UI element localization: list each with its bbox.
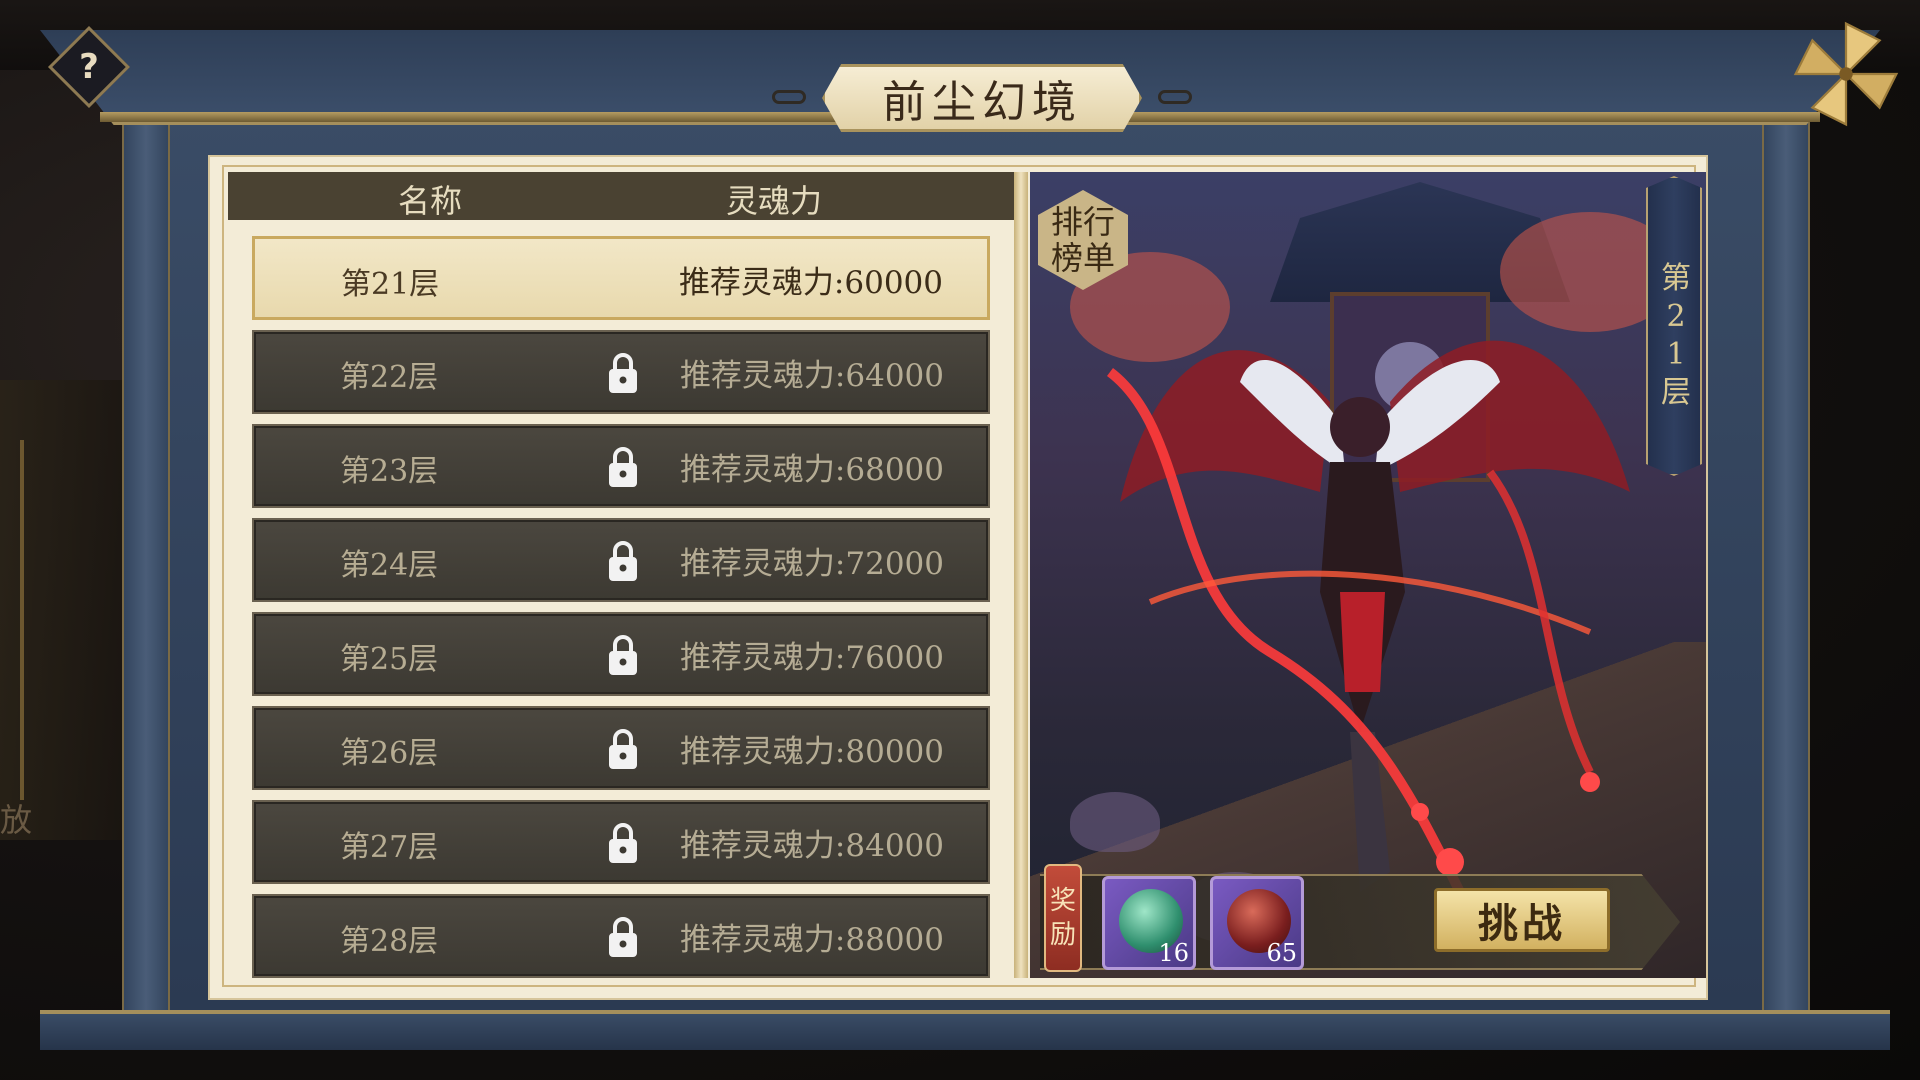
floor-name: 第21层: [341, 267, 440, 302]
floor-recommended-power: 推荐灵魂力:76000: [679, 640, 944, 676]
floor-name: 第28层: [340, 924, 439, 959]
lock-icon: [606, 632, 640, 678]
floor-row[interactable]: 第24层 推荐灵魂力:72000: [252, 518, 990, 602]
floor-name: 第23层: [340, 454, 439, 489]
floor-recommended-power: 推荐灵魂力:80000: [679, 734, 944, 770]
reward-item-count: 16: [1158, 939, 1189, 967]
background-left-text: 放: [0, 801, 33, 839]
floor-row[interactable]: 第28层 推荐灵魂力:88000: [252, 894, 990, 978]
reward-label: 奖励: [1044, 864, 1082, 972]
lock-icon: [606, 538, 640, 584]
floor-recommended-power: 推荐灵魂力:84000: [679, 828, 944, 864]
floor-row[interactable]: 第26层 推荐灵魂力:80000: [252, 706, 990, 790]
floor-row[interactable]: 第25层 推荐灵魂力:76000: [252, 612, 990, 696]
help-icon: ?: [79, 47, 99, 87]
floor-name: 第26层: [340, 736, 439, 771]
reward-item[interactable]: 65: [1210, 876, 1304, 970]
ranking-label: 排行 榜单: [1050, 203, 1115, 277]
floor-name: 第22层: [340, 360, 439, 395]
floor-list-header: 名称 灵魂力: [228, 172, 1014, 220]
floor-recommended-power: 推荐灵魂力:72000: [679, 546, 944, 582]
floor-row[interactable]: 第27层 推荐灵魂力:84000: [252, 800, 990, 884]
floor-row[interactable]: 第22层 推荐灵魂力:64000: [252, 330, 990, 414]
floor-banner: 第21层: [1646, 176, 1702, 476]
lock-icon: [606, 726, 640, 772]
reward-item-count: 65: [1266, 939, 1297, 967]
floor-recommended-power: 推荐灵魂力:88000: [679, 922, 944, 958]
floor-banner-label: 第21层: [1661, 261, 1691, 410]
header-name: 名称: [398, 182, 463, 220]
floor-recommended-power: 推荐灵魂力:68000: [679, 452, 944, 488]
floor-row[interactable]: 第21层 推荐灵魂力:60000: [252, 236, 990, 320]
boss-character-art: [1106, 340, 1630, 895]
page-title: 前尘幻境: [882, 77, 1082, 128]
title-knob-right: [1158, 90, 1192, 104]
lock-icon: [606, 350, 640, 396]
floor-recommended-power: 推荐灵魂力:60000: [678, 265, 943, 301]
list-divider: [1014, 172, 1028, 978]
boss-preview: [1030, 172, 1706, 978]
lock-icon: [606, 914, 640, 960]
floor-row[interactable]: 第23层 推荐灵魂力:68000: [252, 424, 990, 508]
title-knob-left: [772, 90, 806, 104]
header-power: 灵魂力: [726, 182, 823, 220]
frame-right-post: [1762, 120, 1810, 1015]
floor-name: 第27层: [340, 830, 439, 865]
frame-base: [40, 1010, 1890, 1050]
title-plaque: 前尘幻境: [822, 64, 1142, 132]
floor-recommended-power: 推荐灵魂力:64000: [679, 358, 944, 394]
bamboo-decoration: [20, 440, 130, 800]
floor-list: 名称 灵魂力 第21层 推荐灵魂力:60000 第22层 推荐灵魂力:64000 第23…: [228, 172, 1014, 978]
lock-icon: [606, 820, 640, 866]
lock-icon: [606, 444, 640, 490]
floor-name: 第24层: [340, 548, 439, 583]
frame-left-post: [122, 120, 170, 1015]
pinwheel-close-icon[interactable]: [1790, 18, 1902, 130]
challenge-button[interactable]: 挑战: [1434, 888, 1610, 952]
floor-name: 第25层: [340, 642, 439, 677]
reward-item[interactable]: 16: [1102, 876, 1196, 970]
